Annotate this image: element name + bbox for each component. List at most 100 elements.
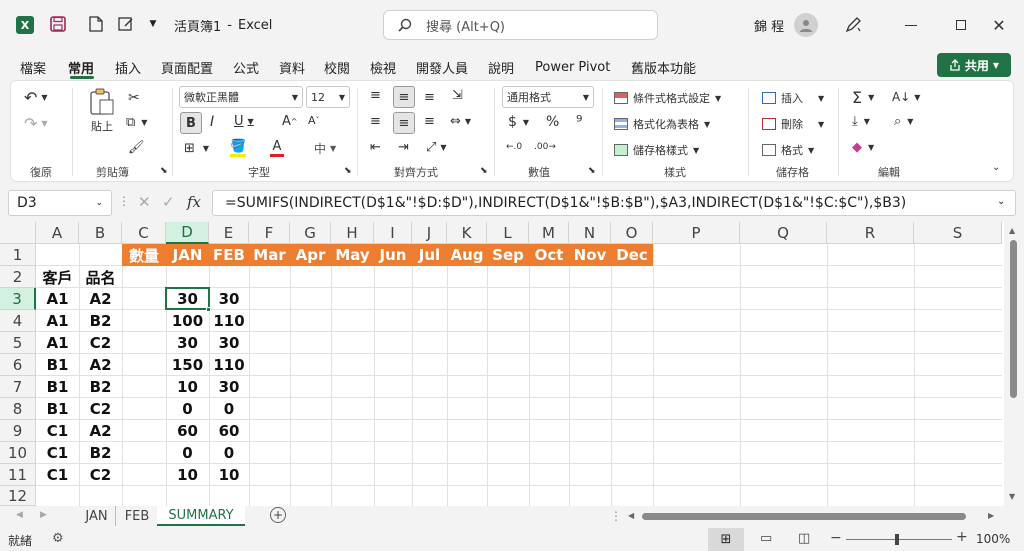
currency-icon[interactable]: $ ▼ (508, 114, 529, 130)
font-name-select[interactable]: 微軟正黑體 ▼ (179, 86, 303, 108)
row-header-6[interactable]: 6 (0, 354, 36, 376)
tab-formulas[interactable]: 公式 (233, 56, 259, 78)
tab-insert[interactable]: 插入 (115, 56, 141, 78)
row-header-5[interactable]: 5 (0, 332, 36, 354)
italic-button[interactable]: I (210, 114, 214, 130)
vertical-scroll-thumb[interactable] (1010, 240, 1017, 398)
save-icon[interactable] (48, 14, 68, 34)
sheet-tab-jan[interactable]: JAN (78, 506, 116, 526)
align-middle-icon[interactable]: ≡ (393, 86, 415, 108)
cell-a5[interactable]: A1 (36, 332, 79, 354)
find-icon[interactable]: ⌕ ▼ (894, 114, 913, 129)
decrease-indent-icon[interactable]: ⇤ (370, 140, 381, 155)
prev-sheet-icon[interactable]: ◀ (16, 510, 23, 520)
zoom-slider[interactable] (846, 534, 952, 545)
cell-e11[interactable]: 10 (209, 464, 249, 486)
normal-view-button[interactable]: ⊞ (708, 528, 744, 551)
increase-decimal-icon[interactable]: ←.0 (506, 142, 522, 152)
cancel-icon[interactable]: ✕ (138, 193, 151, 211)
cell-e7[interactable]: 30 (209, 376, 249, 398)
cell-d6[interactable]: 150 (166, 354, 209, 376)
format-as-table-button[interactable]: 格式化為表格 ▼ (614, 116, 710, 132)
cell-d4[interactable]: 100 (166, 310, 209, 332)
zoom-slider-thumb[interactable] (895, 534, 899, 545)
delete-cells-button[interactable]: 刪除 ▼ (762, 116, 824, 132)
cell-b6[interactable]: A2 (79, 354, 122, 376)
zoom-in-icon[interactable]: + (956, 529, 968, 545)
maximize-button[interactable] (946, 14, 976, 36)
copy-icon[interactable]: ⧉ ▼ (126, 115, 147, 130)
fill-handle[interactable] (206, 307, 211, 312)
cell-h1[interactable]: May (331, 244, 374, 266)
cell-e5[interactable]: 30 (209, 332, 249, 354)
cell-a11[interactable]: C1 (36, 464, 79, 486)
cell-b8[interactable]: C2 (79, 398, 122, 420)
scroll-down-icon[interactable]: ▼ (1009, 492, 1015, 501)
decrease-decimal-icon[interactable]: .00→ (534, 142, 556, 152)
enter-icon[interactable]: ✓ (162, 193, 175, 211)
column-header-o[interactable]: O (611, 222, 653, 244)
scroll-up-icon[interactable]: ▲ (1009, 226, 1015, 235)
row-header-10[interactable]: 10 (0, 442, 36, 464)
column-header-i[interactable]: I (374, 222, 412, 244)
decrease-font-icon[interactable]: Aˇ (308, 114, 320, 127)
cell-d7[interactable]: 10 (166, 376, 209, 398)
paste-button[interactable]: 貼上 (84, 88, 120, 140)
cell-b7[interactable]: B2 (79, 376, 122, 398)
new-file-icon[interactable] (86, 14, 106, 34)
tab-review[interactable]: 校閱 (324, 56, 350, 78)
cell-g1[interactable]: Apr (290, 244, 331, 266)
cell-l1[interactable]: Sep (487, 244, 529, 266)
quick-access-dropdown-icon[interactable]: ▼ (146, 16, 160, 32)
clear-icon[interactable]: ◆ ▼ (852, 140, 874, 155)
cell-d5[interactable]: 30 (166, 332, 209, 354)
cell-b3[interactable]: A2 (79, 288, 122, 310)
tab-file[interactable]: 檔案 (20, 56, 46, 78)
expand-formula-icon[interactable]: ⌄ (997, 196, 1005, 207)
sheet-tab-feb[interactable]: FEB (117, 506, 157, 526)
cell-e10[interactable]: 0 (209, 442, 249, 464)
tab-legacy[interactable]: 舊版本功能 (631, 56, 696, 78)
row-header-2[interactable]: 2 (0, 266, 36, 288)
cell-c1[interactable]: 數量 (122, 244, 166, 266)
dialog-launcher-icon[interactable]: ⬊ (160, 166, 168, 176)
tab-home[interactable]: 常用 (68, 56, 94, 78)
minimize-button[interactable] (896, 14, 926, 36)
zoom-level[interactable]: 100% (976, 532, 1010, 546)
column-header-b[interactable]: B (79, 222, 122, 244)
row-header-11[interactable]: 11 (0, 464, 36, 486)
close-button[interactable]: ✕ (984, 14, 1014, 36)
column-header-d[interactable]: D (166, 222, 209, 244)
select-all-corner[interactable] (0, 222, 36, 244)
column-header-r[interactable]: R (827, 222, 914, 244)
redo-icon[interactable]: ↷ ▼ (24, 114, 48, 133)
name-box[interactable]: D3 ⌄ (8, 190, 112, 216)
insert-cells-button[interactable]: 插入 ▼ (762, 90, 824, 106)
cell-m1[interactable]: Oct (529, 244, 569, 266)
phonetic-icon[interactable]: 中 ▼ (314, 140, 336, 157)
align-left-icon[interactable]: ≡ (370, 114, 381, 129)
border-icon[interactable]: ⊞ ▼ (184, 141, 209, 156)
cell-a7[interactable]: B1 (36, 376, 79, 398)
cell-f1[interactable]: Mar (249, 244, 290, 266)
dialog-launcher-icon[interactable]: ⬊ (344, 166, 352, 176)
underline-button[interactable]: U ▼ (234, 114, 254, 129)
conditional-format-button[interactable]: 條件式格式設定 ▼ (614, 90, 721, 106)
cell-d1[interactable]: JAN (166, 244, 209, 266)
page-layout-view-icon[interactable]: ▭ (760, 531, 772, 546)
cell-e8[interactable]: 0 (209, 398, 249, 420)
cell-a9[interactable]: C1 (36, 420, 79, 442)
cell-d8[interactable]: 0 (166, 398, 209, 420)
cell-styles-button[interactable]: 儲存格樣式 ▼ (614, 142, 699, 158)
cell-a8[interactable]: B1 (36, 398, 79, 420)
scroll-right-icon[interactable]: ▶ (988, 511, 994, 520)
merge-center-icon[interactable]: ⇔ ▼ (450, 114, 471, 129)
cell-d10[interactable]: 0 (166, 442, 209, 464)
font-color-icon[interactable]: A (270, 139, 284, 157)
cell-d9[interactable]: 60 (166, 420, 209, 442)
align-bottom-icon[interactable]: ≡ (424, 90, 435, 105)
tab-data[interactable]: 資料 (279, 56, 305, 78)
bold-button[interactable]: B (180, 112, 202, 134)
column-header-p[interactable]: P (653, 222, 740, 244)
edit-file-icon[interactable] (116, 14, 136, 34)
